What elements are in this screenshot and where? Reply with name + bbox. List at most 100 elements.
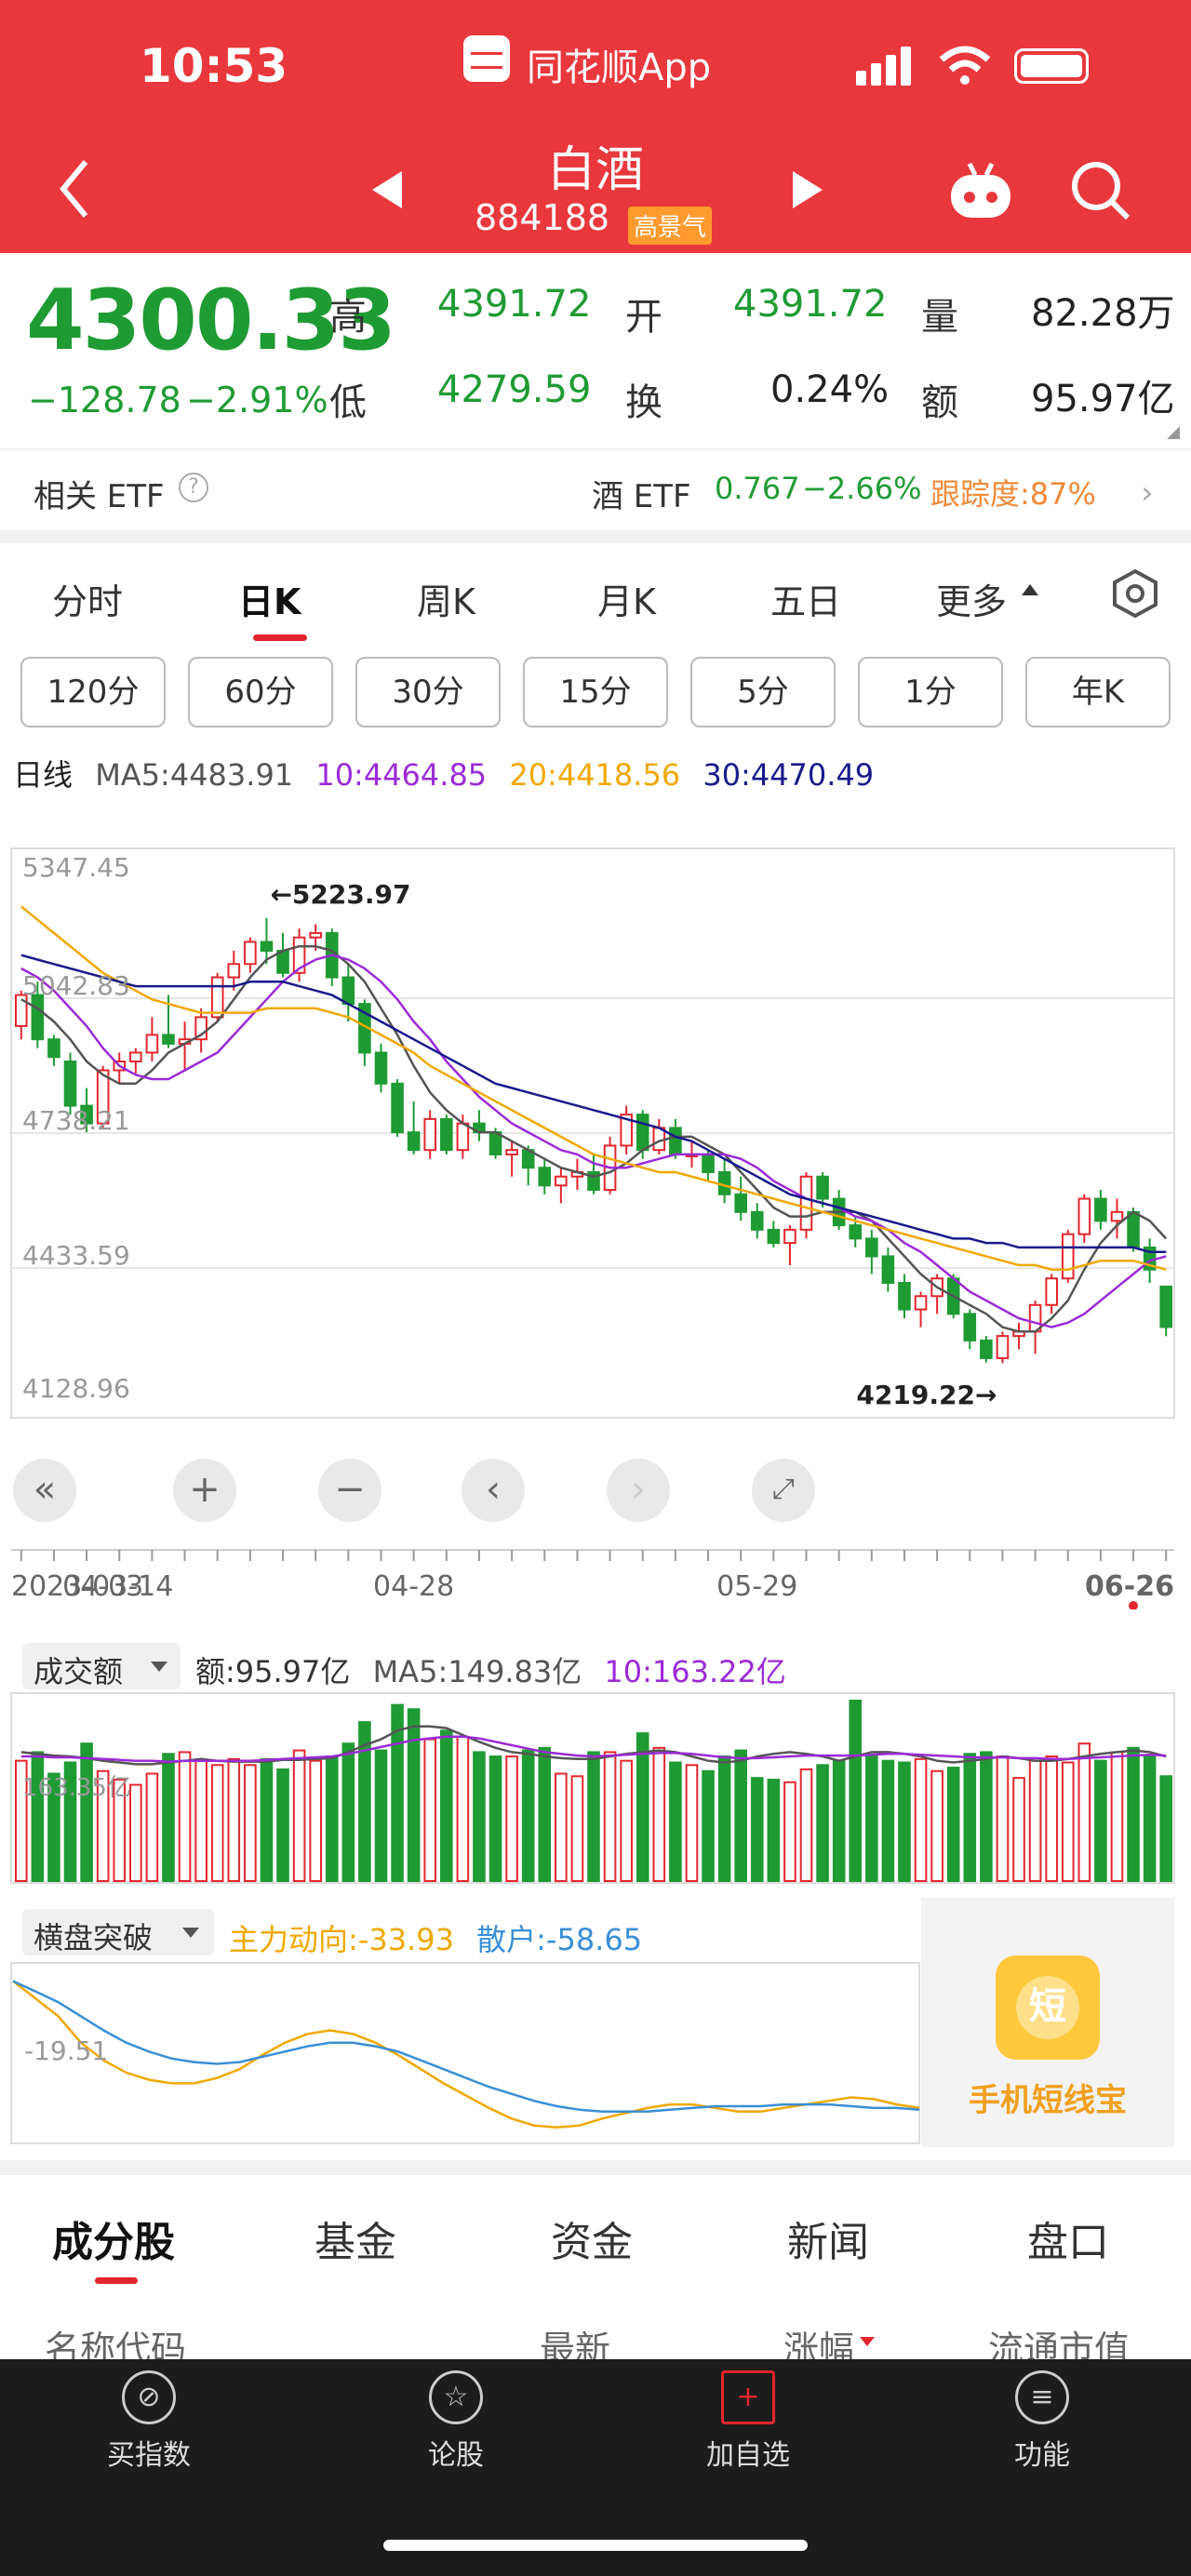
candle-body	[636, 1114, 649, 1152]
nav-forum[interactable]: ☆ 论股	[381, 2370, 530, 2473]
volume-bar	[145, 1772, 159, 1882]
zoom-in-icon[interactable]: +	[173, 1459, 236, 1522]
volume-bar	[1077, 1742, 1091, 1882]
volume-bar	[276, 1768, 289, 1882]
volume-bar	[309, 1759, 322, 1882]
volume-bar	[898, 1761, 911, 1882]
amount-label: 额	[921, 381, 958, 424]
etf-name[interactable]: 酒 ETF	[592, 471, 691, 516]
volume-bar	[946, 1767, 960, 1882]
retail-flow-legend: 散户:-58.65	[476, 1922, 643, 1957]
candle-body	[996, 1335, 1010, 1359]
zoom-out-icon[interactable]: −	[318, 1459, 381, 1522]
period-1min[interactable]: 1分	[858, 657, 1003, 727]
volume-bar	[996, 1755, 1010, 1882]
nav-buy-index[interactable]: ⊘ 买指数	[74, 2370, 223, 2473]
volume-bar	[799, 1768, 813, 1882]
rewind-icon[interactable]: «	[13, 1459, 76, 1522]
ma30-legend: 30:4470.49	[703, 757, 875, 793]
candle-body	[456, 1122, 470, 1152]
volume-bar	[652, 1746, 666, 1882]
tab-five-day[interactable]: 五日	[770, 573, 841, 624]
help-icon[interactable]: ?	[179, 473, 208, 502]
tab-constituents[interactable]: 成分股	[52, 2209, 175, 2268]
volume-bar	[980, 1751, 993, 1882]
volume-bar	[178, 1751, 192, 1882]
robot-assistant-icon[interactable]	[947, 160, 1014, 225]
candle-body	[767, 1228, 781, 1245]
caret-down-icon	[151, 1662, 167, 1672]
volume-bar	[832, 1759, 846, 1882]
period-year-k[interactable]: 年K	[1025, 657, 1171, 727]
period-15min[interactable]: 15分	[523, 657, 668, 727]
tab-more[interactable]: 更多	[936, 573, 1007, 624]
expand-corner-icon[interactable]	[1167, 426, 1180, 439]
volume-indicator-select[interactable]: 成交额	[22, 1643, 181, 1689]
volume-bar	[555, 1772, 568, 1882]
fullscreen-icon[interactable]: ⤢	[752, 1459, 815, 1522]
volume-bar	[587, 1751, 600, 1882]
volume-bar	[162, 1753, 175, 1883]
etf-pct: −2.66%	[802, 471, 922, 506]
promo-icon: 短	[996, 1955, 1100, 2060]
volume-bar	[816, 1764, 829, 1882]
etf-label: 相关 ETF	[33, 478, 165, 515]
volume-bar	[423, 1738, 437, 1883]
tab-news[interactable]: 新闻	[787, 2209, 869, 2268]
volume-bar	[702, 1769, 715, 1882]
period-120min[interactable]: 120分	[20, 657, 166, 727]
candle-body	[145, 1034, 159, 1054]
chevron-right-icon[interactable]: ›	[1141, 474, 1154, 512]
candle-body	[1077, 1197, 1091, 1235]
app-logo-icon	[463, 35, 510, 82]
candle-body	[47, 1038, 60, 1059]
pan-right-icon[interactable]: ›	[607, 1459, 670, 1522]
vol-ma5: MA5:149.83亿	[372, 1654, 582, 1689]
volume-bar	[1127, 1746, 1140, 1882]
next-stock-icon[interactable]	[789, 169, 826, 214]
promo-card[interactable]: 短 手机短线宝	[921, 1898, 1174, 2147]
volume-y-tick-label: 163.35亿	[22, 1774, 131, 1802]
x-tick-label: 04-03	[62, 1570, 143, 1603]
tab-intraday[interactable]: 分时	[52, 573, 123, 624]
battery-icon	[1014, 48, 1089, 84]
tab-daily-k[interactable]: 日K	[238, 573, 301, 624]
search-icon[interactable]	[1070, 160, 1131, 225]
turnover-label: 换	[625, 381, 662, 424]
tab-order-book[interactable]: 盘口	[1027, 2209, 1109, 2268]
max-annotation: ←5223.97	[270, 879, 410, 910]
ma-legend: 日线 MA5:4483.91 10:4464.85 20:4418.56 30:…	[13, 752, 874, 794]
volume-bar	[325, 1755, 339, 1882]
candle-body	[734, 1193, 747, 1213]
candle-body	[538, 1167, 552, 1187]
period-60min[interactable]: 60分	[188, 657, 333, 727]
nav-functions[interactable]: ≡ 功能	[968, 2370, 1117, 2473]
tab-monthly-k[interactable]: 月K	[597, 573, 656, 624]
price-change: −128.78	[28, 380, 181, 420]
back-icon[interactable]	[56, 156, 93, 225]
candle-body	[341, 976, 355, 1006]
high-label: 高	[329, 296, 367, 339]
volume-chart[interactable]: 163.35亿	[0, 1691, 1191, 1887]
tab-capital[interactable]: 资金	[551, 2209, 633, 2268]
signal-icon	[856, 47, 921, 86]
settings-hex-icon[interactable]	[1109, 567, 1161, 623]
volume-label: 量	[921, 296, 958, 339]
tab-weekly-k[interactable]: 周K	[417, 573, 475, 624]
stock-code: 884188	[475, 197, 610, 238]
volume-bar	[570, 1775, 584, 1882]
indicator-select[interactable]: 横盘突破	[22, 1909, 214, 1955]
candle-body	[407, 1131, 421, 1152]
nav-add-watchlist[interactable]: + 加自选	[674, 2370, 823, 2473]
period-30min[interactable]: 30分	[355, 657, 501, 727]
volume-bar	[963, 1753, 977, 1883]
pan-left-icon[interactable]: ‹	[462, 1459, 525, 1522]
indicator-chart[interactable]: -19.51	[0, 1961, 930, 2147]
volume-bar	[1061, 1761, 1075, 1882]
period-5min[interactable]: 5分	[690, 657, 836, 727]
tab-funds[interactable]: 基金	[314, 2209, 396, 2268]
volume-bar	[440, 1729, 453, 1883]
volume-bar	[80, 1742, 93, 1882]
candle-body	[816, 1175, 829, 1200]
volume-bar	[129, 1783, 142, 1882]
